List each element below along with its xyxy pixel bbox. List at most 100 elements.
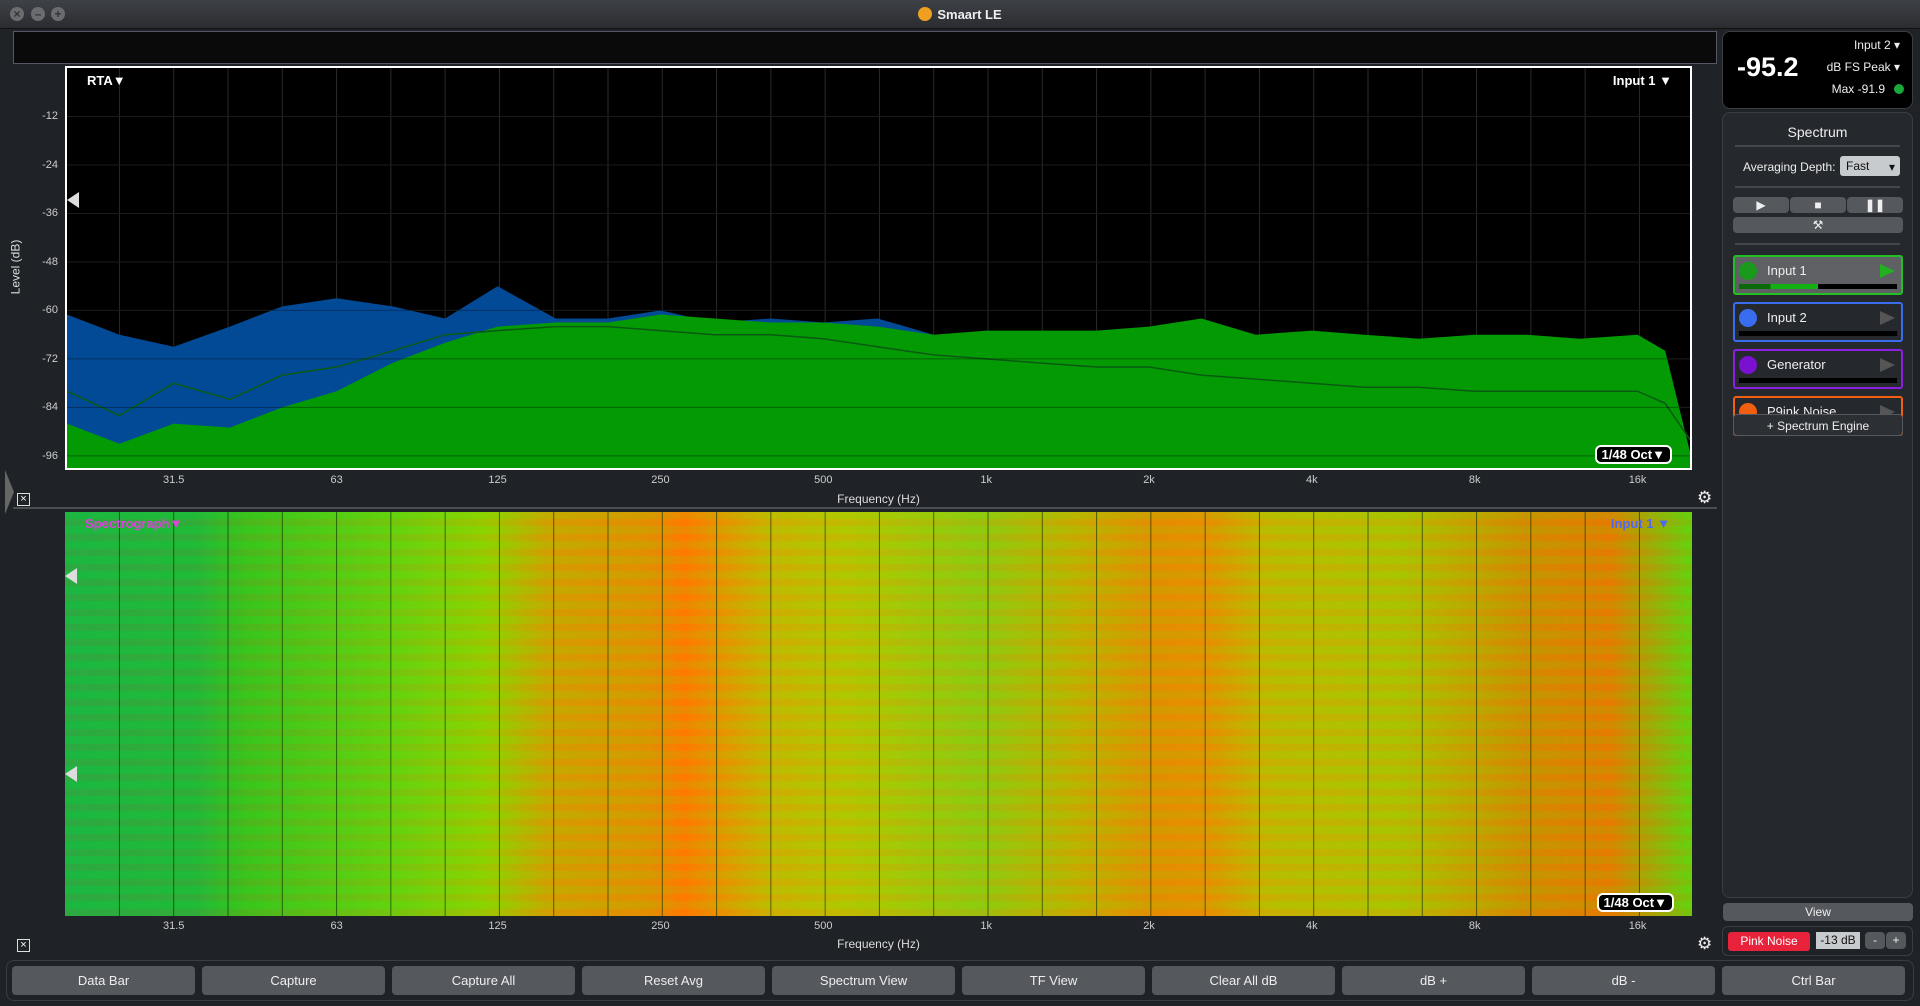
channel-level-meter <box>1739 284 1897 289</box>
spectrograph-input-selector[interactable]: Input 1 ▼ <box>1611 516 1670 531</box>
y-tick-label: -48 <box>42 255 58 268</box>
channel-input-1[interactable]: Input 1 <box>1733 255 1903 295</box>
meter-input-selector[interactable]: Input 2 ▾ <box>1854 38 1900 52</box>
x-tick-label: 31.5 <box>163 920 185 932</box>
x-tick-label: 2k <box>1143 474 1155 486</box>
data-bar <box>13 31 1717 64</box>
x-tick-label: 63 <box>330 474 343 486</box>
button-ctrl-bar[interactable]: Ctrl Bar <box>1722 966 1905 995</box>
level-handle[interactable] <box>67 192 79 208</box>
x-tick-label: 16k <box>1628 474 1647 486</box>
y-tick-label: -72 <box>42 352 58 365</box>
y-tick-label: -36 <box>42 207 58 220</box>
x-tick-label: 4k <box>1306 474 1318 486</box>
pause-button[interactable]: ❚❚ <box>1847 197 1903 213</box>
button-data-bar[interactable]: Data Bar <box>12 966 195 995</box>
x-tick-label: 500 <box>814 474 833 486</box>
x-tick-label: 125 <box>488 920 507 932</box>
channel-generator[interactable]: Generator <box>1733 349 1903 389</box>
add-spectrum-engine-button[interactable]: + Spectrum Engine <box>1733 414 1903 436</box>
play-button[interactable]: ▶ <box>1733 197 1789 213</box>
tools-button[interactable]: ⚒ <box>1733 217 1903 233</box>
x-tick-label: 1k <box>980 920 992 932</box>
x-tick-label: 1k <box>980 474 992 486</box>
x-tick-label: 63 <box>330 920 343 932</box>
y-axis-label: Level (dB) <box>8 239 23 295</box>
spectrograph-grid-svg <box>118 512 1640 916</box>
channel-input-2[interactable]: Input 2 <box>1733 302 1903 342</box>
generator-level: -13 dB <box>1816 932 1860 949</box>
channel-name: Generator <box>1767 357 1826 372</box>
x-tick-label: 125 <box>488 474 507 486</box>
channel-name: Input 2 <box>1767 310 1807 325</box>
channel-play-icon[interactable] <box>1880 311 1895 325</box>
channel-play-icon[interactable] <box>1880 358 1895 372</box>
rta-resolution-selector[interactable]: 1/48 Oct▼ <box>1594 445 1672 464</box>
x-tick-label: 31.5 <box>163 474 185 486</box>
x-tick-label: 16k <box>1628 920 1647 932</box>
generator-level-down-button[interactable]: - <box>1865 932 1885 949</box>
channel-level-meter <box>1739 331 1897 336</box>
y-tick-label: -60 <box>42 304 58 317</box>
app-logo-icon <box>918 7 933 21</box>
rta-settings-gear-icon[interactable]: ⚙ <box>1697 488 1712 508</box>
spectrograph-settings-gear-icon[interactable]: ⚙ <box>1697 934 1712 954</box>
channel-color-icon <box>1739 309 1757 327</box>
channel-color-icon <box>1739 356 1757 374</box>
rta-plot[interactable]: RTA▼ Input 1 ▼ 1/48 Oct▼ <box>65 66 1692 470</box>
view-button[interactable]: View <box>1723 903 1913 921</box>
channel-level-meter <box>1739 378 1897 383</box>
averaging-depth-label: Averaging Depth: <box>1743 160 1836 174</box>
button-db-[interactable]: dB - <box>1532 966 1715 995</box>
x-tick-label: 500 <box>814 920 833 932</box>
spectrograph-mode-selector[interactable]: Spectrograph▼ <box>85 516 182 531</box>
generator-level-up-button[interactable]: + <box>1886 932 1906 949</box>
meter-max: Max -91.9 <box>1831 82 1885 96</box>
channel-name: Input 1 <box>1767 263 1807 278</box>
close-spectrograph-pane-icon[interactable]: × <box>17 939 30 952</box>
rta-x-axis-label: Frequency (Hz) <box>837 492 920 506</box>
x-tick-label: 8k <box>1468 474 1481 486</box>
button-tf-view[interactable]: TF View <box>962 966 1145 995</box>
x-tick-label: 250 <box>651 474 670 486</box>
x-tick-label: 250 <box>651 920 670 932</box>
rta-input-selector[interactable]: Input 1 ▼ <box>1613 73 1672 88</box>
level-meter: -95.2 Input 2 ▾ dB FS Peak ▾ Max -91.9 <box>1722 31 1913 109</box>
button-capture-all[interactable]: Capture All <box>392 966 575 995</box>
y-tick-label: -24 <box>42 158 58 171</box>
button-capture[interactable]: Capture <box>202 966 385 995</box>
spectrograph-plot[interactable]: Spectrograph▼ Input 1 ▼ 1/48 Oct▼ <box>65 512 1692 916</box>
spectrograph-bottom-handle[interactable] <box>65 766 77 782</box>
button-clear-all-db[interactable]: Clear All dB <box>1152 966 1335 995</box>
spectrograph-resolution-selector[interactable]: 1/48 Oct▼ <box>1596 893 1674 912</box>
tools-icon: ⚒ <box>1812 218 1824 232</box>
generator-bar: Pink Noise -13 dB - + <box>1722 926 1913 956</box>
averaging-depth-select[interactable]: Fast ▾ <box>1840 156 1900 176</box>
stop-button[interactable]: ■ <box>1790 197 1846 213</box>
channel-play-icon[interactable] <box>1880 264 1895 278</box>
title-bar: × – + Smaart LE <box>0 0 1920 29</box>
meter-unit-selector[interactable]: dB FS Peak ▾ <box>1827 60 1900 74</box>
spectrum-panel: Spectrum Averaging Depth: Fast ▾ ▶ ■ ❚❚ ⚒… <box>1722 112 1913 898</box>
window-title: Smaart LE <box>0 7 1920 22</box>
window-title-text: Smaart LE <box>937 7 1002 22</box>
button-db-[interactable]: dB + <box>1342 966 1525 995</box>
x-tick-label: 8k <box>1468 920 1481 932</box>
rta-mode-selector[interactable]: RTA▼ <box>87 73 126 88</box>
status-led-icon <box>1894 84 1904 94</box>
spectrograph-x-axis-label: Frequency (Hz) <box>837 937 920 951</box>
y-tick-label: -12 <box>42 110 58 123</box>
y-tick-label: -84 <box>42 401 58 414</box>
spectrum-panel-title: Spectrum <box>1787 124 1848 140</box>
y-tick-label: -96 <box>42 449 58 462</box>
pink-noise-button[interactable]: Pink Noise <box>1728 932 1810 951</box>
rta-spectrum-svg <box>67 68 1690 468</box>
pane-divider[interactable] <box>13 507 1717 509</box>
x-tick-label: 2k <box>1143 920 1155 932</box>
spectrograph-top-handle[interactable] <box>65 568 77 584</box>
button-reset-avg[interactable]: Reset Avg <box>582 966 765 995</box>
close-pane-icon[interactable]: × <box>17 493 30 506</box>
button-spectrum-view[interactable]: Spectrum View <box>772 966 955 995</box>
x-tick-label: 4k <box>1306 920 1318 932</box>
meter-value: -95.2 <box>1737 52 1799 82</box>
